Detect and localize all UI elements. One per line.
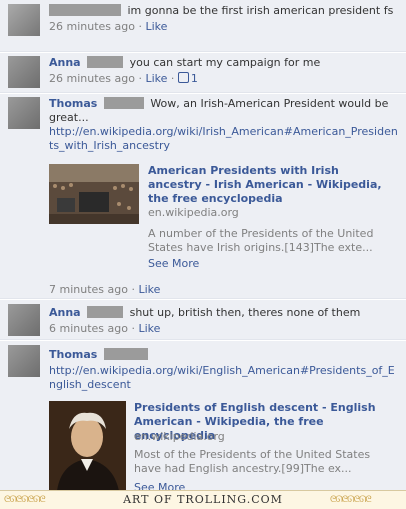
redacted-name bbox=[87, 306, 124, 318]
redacted-name bbox=[103, 348, 148, 360]
avatar[interactable] bbox=[8, 97, 40, 129]
redacted-name bbox=[49, 4, 121, 16]
like-link[interactable]: Like bbox=[138, 283, 160, 296]
comment-item: Thomas http://en.wikipedia.org/wiki/Engl… bbox=[0, 340, 406, 490]
thumbs-up-icon bbox=[177, 72, 189, 83]
attachment-domain: en.wikipedia.org bbox=[148, 206, 239, 219]
comment-time[interactable]: 6 minutes ago bbox=[49, 322, 128, 335]
comment-meta: 26 minutes ago · Like · 1 bbox=[49, 72, 198, 85]
crowd-photo bbox=[49, 164, 139, 224]
commenter-name[interactable]: Thomas bbox=[49, 348, 97, 361]
commenter-name[interactable]: Anna bbox=[49, 306, 81, 319]
comment-item: im gonna be the first irish american pre… bbox=[0, 0, 406, 51]
site-footer-banner: ᘓᘏᘓᘏᘓᘏᘓ ART OF TROLLING.COM ᘓᘏᘓᘏᘓᘏᘓ bbox=[0, 490, 406, 509]
comment-item: Anna you can start my campaign for me 26… bbox=[0, 52, 406, 92]
comment-meta: 7 minutes ago · Like bbox=[49, 283, 161, 296]
comment-time[interactable]: 26 minutes ago bbox=[49, 20, 135, 33]
comment-meta: 6 minutes ago · Like bbox=[49, 322, 161, 335]
comment-item: Thomas Wow, an Irish-American President … bbox=[0, 93, 406, 298]
avatar[interactable] bbox=[8, 304, 40, 336]
attachment-domain: en.wikipedia.org bbox=[134, 430, 225, 443]
like-link[interactable]: Like bbox=[145, 20, 167, 33]
comment-item: Anna shut up, british then, theres none … bbox=[0, 299, 406, 339]
comment-text: shut up, british then, theres none of th… bbox=[129, 306, 361, 319]
comment-time[interactable]: 7 minutes ago bbox=[49, 283, 128, 296]
avatar[interactable] bbox=[8, 4, 40, 36]
comment-link[interactable]: http://en.wikipedia.org/wiki/Irish_Ameri… bbox=[49, 125, 398, 153]
link-attachment[interactable]: American Presidents with Irish ancestry … bbox=[49, 164, 398, 262]
likes-count[interactable]: 1 bbox=[177, 72, 198, 85]
comment-meta: 26 minutes ago · Like bbox=[49, 20, 168, 33]
comment-time[interactable]: 26 minutes ago bbox=[49, 72, 135, 85]
redacted-name bbox=[103, 97, 144, 109]
comment-thread: im gonna be the first irish american pre… bbox=[0, 0, 406, 490]
avatar[interactable] bbox=[8, 345, 40, 377]
comment-link[interactable]: http://en.wikipedia.org/wiki/English_Ame… bbox=[49, 364, 398, 392]
like-link[interactable]: Like bbox=[138, 322, 160, 335]
commenter-name[interactable]: Anna bbox=[49, 56, 81, 69]
comment-text: you can start my campaign for me bbox=[129, 56, 321, 69]
see-more-link[interactable]: See More bbox=[148, 257, 199, 270]
attachment-thumbnail[interactable] bbox=[49, 401, 126, 490]
comment-text: im gonna be the first irish american pre… bbox=[127, 4, 394, 17]
link-attachment[interactable]: Presidents of English descent - English … bbox=[49, 401, 398, 490]
likes-count-value: 1 bbox=[190, 72, 198, 85]
redacted-name bbox=[87, 56, 124, 68]
comment-text: Wow, an Irish-American President would b… bbox=[49, 97, 389, 124]
attachment-title[interactable]: American Presidents with Irish ancestry … bbox=[148, 164, 393, 206]
attachment-description: A number of the Presidents of the United… bbox=[148, 227, 374, 254]
portrait-photo bbox=[49, 401, 126, 490]
see-more-link[interactable]: See More bbox=[134, 481, 185, 490]
attachment-thumbnail[interactable] bbox=[49, 164, 139, 224]
like-link[interactable]: Like bbox=[145, 72, 167, 85]
attachment-description: Most of the Presidents of the United Sta… bbox=[134, 448, 371, 475]
commenter-name[interactable]: Thomas bbox=[49, 97, 97, 110]
ornament-right: ᘓᘏᘓᘏᘓᘏᘓ bbox=[330, 495, 372, 505]
avatar[interactable] bbox=[8, 56, 40, 88]
